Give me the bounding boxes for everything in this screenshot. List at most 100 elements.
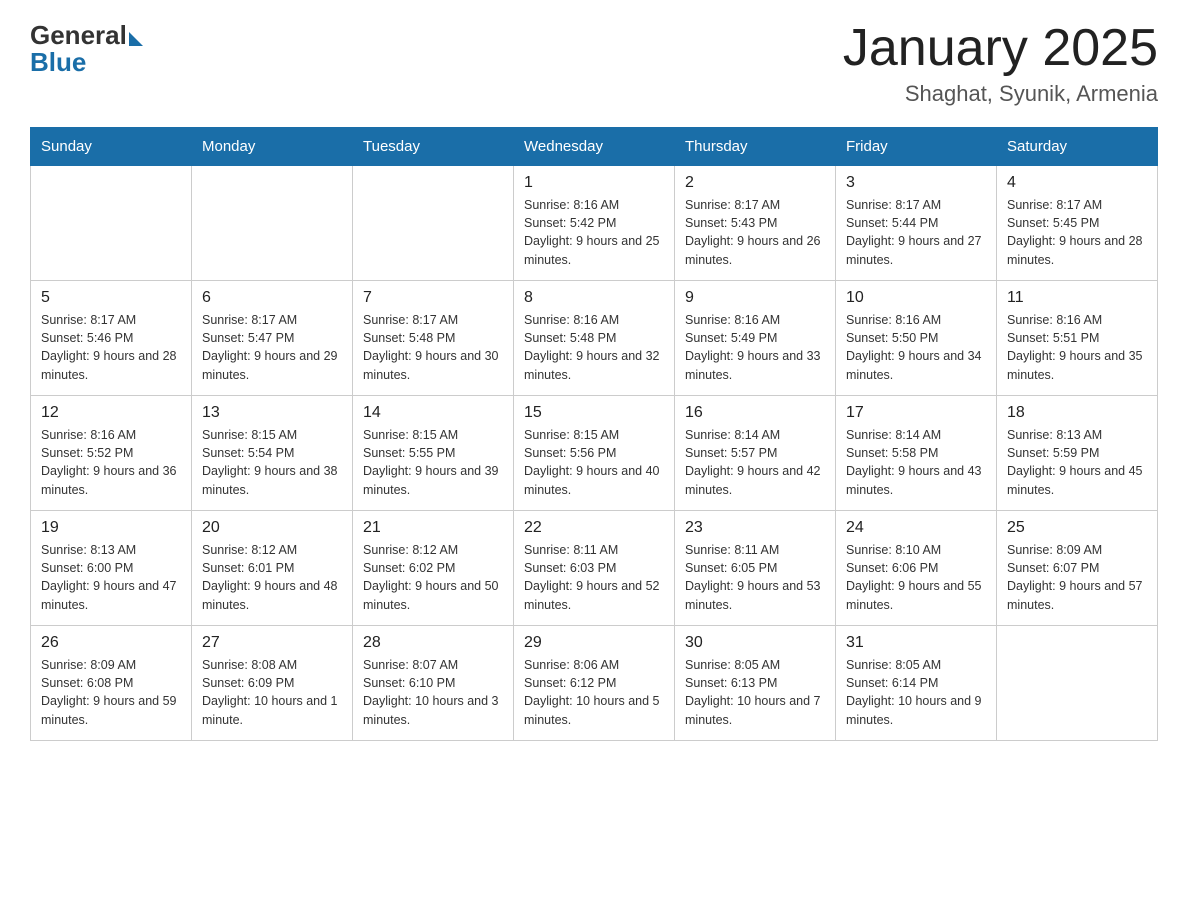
day-number: 29: [524, 634, 664, 652]
calendar-cell: 27 Sunrise: 8:08 AM Sunset: 6:09 PM Dayli…: [192, 626, 353, 741]
day-number: 26: [41, 634, 181, 652]
day-number: 28: [363, 634, 503, 652]
calendar-cell: 1 Sunrise: 8:16 AM Sunset: 5:42 PM Daylig…: [514, 166, 675, 281]
day-info: Sunrise: 8:09 AM Sunset: 6:07 PM Dayligh…: [1007, 541, 1147, 614]
day-number: 17: [846, 404, 986, 422]
day-info: Sunrise: 8:15 AM Sunset: 5:55 PM Dayligh…: [363, 426, 503, 499]
day-info: Sunrise: 8:09 AM Sunset: 6:08 PM Dayligh…: [41, 656, 181, 729]
calendar-cell: 2 Sunrise: 8:17 AM Sunset: 5:43 PM Daylig…: [675, 166, 836, 281]
calendar-cell: [997, 626, 1158, 741]
day-number: 3: [846, 174, 986, 192]
weekday-header-wednesday: Wednesday: [514, 128, 675, 166]
day-info: Sunrise: 8:17 AM Sunset: 5:45 PM Dayligh…: [1007, 196, 1147, 269]
logo-blue-text: Blue: [30, 47, 86, 78]
day-number: 7: [363, 289, 503, 307]
day-info: Sunrise: 8:17 AM Sunset: 5:44 PM Dayligh…: [846, 196, 986, 269]
calendar-cell: 7 Sunrise: 8:17 AM Sunset: 5:48 PM Daylig…: [353, 281, 514, 396]
calendar-cell: 28 Sunrise: 8:07 AM Sunset: 6:10 PM Dayli…: [353, 626, 514, 741]
subtitle: Shaghat, Syunik, Armenia: [843, 81, 1158, 107]
day-number: 2: [685, 174, 825, 192]
day-info: Sunrise: 8:11 AM Sunset: 6:05 PM Dayligh…: [685, 541, 825, 614]
day-info: Sunrise: 8:16 AM Sunset: 5:51 PM Dayligh…: [1007, 311, 1147, 384]
weekday-header-friday: Friday: [836, 128, 997, 166]
calendar-cell: 23Sunrise: 8:11 AM Sunset: 6:05 PM Dayli…: [675, 511, 836, 626]
day-info: Sunrise: 8:14 AM Sunset: 5:58 PM Dayligh…: [846, 426, 986, 499]
main-title: January 2025: [843, 20, 1158, 77]
day-info: Sunrise: 8:15 AM Sunset: 5:56 PM Dayligh…: [524, 426, 664, 499]
calendar-cell: 15 Sunrise: 8:15 AM Sunset: 5:56 PM Dayli…: [514, 396, 675, 511]
calendar-cell: 10Sunrise: 8:16 AM Sunset: 5:50 PM Dayli…: [836, 281, 997, 396]
logo: General Blue: [30, 20, 143, 78]
calendar-cell: 31 Sunrise: 8:05 AM Sunset: 6:14 PM Dayli…: [836, 626, 997, 741]
day-info: Sunrise: 8:10 AM Sunset: 6:06 PM Dayligh…: [846, 541, 986, 614]
day-info: Sunrise: 8:16 AM Sunset: 5:49 PM Dayligh…: [685, 311, 825, 384]
calendar-cell: 12 Sunrise: 8:16 AM Sunset: 5:52 PM Dayli…: [31, 396, 192, 511]
page-header: General Blue January 2025 Shaghat, Syuni…: [30, 20, 1158, 107]
calendar-cell: 22Sunrise: 8:11 AM Sunset: 6:03 PM Dayli…: [514, 511, 675, 626]
day-info: Sunrise: 8:16 AM Sunset: 5:42 PM Dayligh…: [524, 196, 664, 269]
calendar-cell: 14 Sunrise: 8:15 AM Sunset: 5:55 PM Dayli…: [353, 396, 514, 511]
calendar-cell: 18Sunrise: 8:13 AM Sunset: 5:59 PM Dayli…: [997, 396, 1158, 511]
calendar-table: SundayMondayTuesdayWednesdayThursdayFrid…: [30, 127, 1158, 741]
calendar-cell: 13 Sunrise: 8:15 AM Sunset: 5:54 PM Dayli…: [192, 396, 353, 511]
day-info: Sunrise: 8:13 AM Sunset: 6:00 PM Dayligh…: [41, 541, 181, 614]
weekday-header-saturday: Saturday: [997, 128, 1158, 166]
day-number: 25: [1007, 519, 1147, 537]
day-number: 1: [524, 174, 664, 192]
day-number: 14: [363, 404, 503, 422]
calendar-cell: 5Sunrise: 8:17 AM Sunset: 5:46 PM Daylig…: [31, 281, 192, 396]
calendar-cell: 30Sunrise: 8:05 AM Sunset: 6:13 PM Dayli…: [675, 626, 836, 741]
day-info: Sunrise: 8:14 AM Sunset: 5:57 PM Dayligh…: [685, 426, 825, 499]
day-number: 31: [846, 634, 986, 652]
day-number: 24: [846, 519, 986, 537]
day-number: 15: [524, 404, 664, 422]
day-number: 4: [1007, 174, 1147, 192]
title-section: January 2025 Shaghat, Syunik, Armenia: [843, 20, 1158, 107]
day-number: 21: [363, 519, 503, 537]
day-info: Sunrise: 8:05 AM Sunset: 6:14 PM Dayligh…: [846, 656, 986, 729]
day-number: 8: [524, 289, 664, 307]
week-row-5: 26 Sunrise: 8:09 AM Sunset: 6:08 PM Dayli…: [31, 626, 1158, 741]
day-info: Sunrise: 8:08 AM Sunset: 6:09 PM Dayligh…: [202, 656, 342, 729]
day-info: Sunrise: 8:12 AM Sunset: 6:01 PM Dayligh…: [202, 541, 342, 614]
calendar-cell: 24 Sunrise: 8:10 AM Sunset: 6:06 PM Dayli…: [836, 511, 997, 626]
calendar-cell: 19 Sunrise: 8:13 AM Sunset: 6:00 PM Dayli…: [31, 511, 192, 626]
day-info: Sunrise: 8:16 AM Sunset: 5:52 PM Dayligh…: [41, 426, 181, 499]
day-number: 5: [41, 289, 181, 307]
day-number: 13: [202, 404, 342, 422]
day-info: Sunrise: 8:16 AM Sunset: 5:48 PM Dayligh…: [524, 311, 664, 384]
day-number: 9: [685, 289, 825, 307]
calendar-cell: 9 Sunrise: 8:16 AM Sunset: 5:49 PM Daylig…: [675, 281, 836, 396]
day-number: 27: [202, 634, 342, 652]
day-info: Sunrise: 8:07 AM Sunset: 6:10 PM Dayligh…: [363, 656, 503, 729]
weekday-header-monday: Monday: [192, 128, 353, 166]
day-number: 30: [685, 634, 825, 652]
day-number: 20: [202, 519, 342, 537]
day-number: 19: [41, 519, 181, 537]
day-number: 10: [846, 289, 986, 307]
week-row-3: 12 Sunrise: 8:16 AM Sunset: 5:52 PM Dayli…: [31, 396, 1158, 511]
logo-triangle-icon: [129, 32, 143, 46]
weekday-header-thursday: Thursday: [675, 128, 836, 166]
day-info: Sunrise: 8:15 AM Sunset: 5:54 PM Dayligh…: [202, 426, 342, 499]
day-info: Sunrise: 8:11 AM Sunset: 6:03 PM Dayligh…: [524, 541, 664, 614]
calendar-cell: 3 Sunrise: 8:17 AM Sunset: 5:44 PM Daylig…: [836, 166, 997, 281]
day-number: 11: [1007, 289, 1147, 307]
day-info: Sunrise: 8:17 AM Sunset: 5:43 PM Dayligh…: [685, 196, 825, 269]
day-number: 12: [41, 404, 181, 422]
calendar-cell: 17 Sunrise: 8:14 AM Sunset: 5:58 PM Dayli…: [836, 396, 997, 511]
calendar-cell: 16 Sunrise: 8:14 AM Sunset: 5:57 PM Dayli…: [675, 396, 836, 511]
day-number: 6: [202, 289, 342, 307]
calendar-cell: 8 Sunrise: 8:16 AM Sunset: 5:48 PM Daylig…: [514, 281, 675, 396]
calendar-cell: [192, 166, 353, 281]
day-number: 18: [1007, 404, 1147, 422]
calendar-cell: [353, 166, 514, 281]
calendar-cell: 4 Sunrise: 8:17 AM Sunset: 5:45 PM Daylig…: [997, 166, 1158, 281]
calendar-cell: [31, 166, 192, 281]
day-info: Sunrise: 8:17 AM Sunset: 5:48 PM Dayligh…: [363, 311, 503, 384]
calendar-cell: 6 Sunrise: 8:17 AM Sunset: 5:47 PM Daylig…: [192, 281, 353, 396]
day-number: 16: [685, 404, 825, 422]
day-info: Sunrise: 8:17 AM Sunset: 5:47 PM Dayligh…: [202, 311, 342, 384]
calendar-cell: 25 Sunrise: 8:09 AM Sunset: 6:07 PM Dayli…: [997, 511, 1158, 626]
weekday-header-tuesday: Tuesday: [353, 128, 514, 166]
